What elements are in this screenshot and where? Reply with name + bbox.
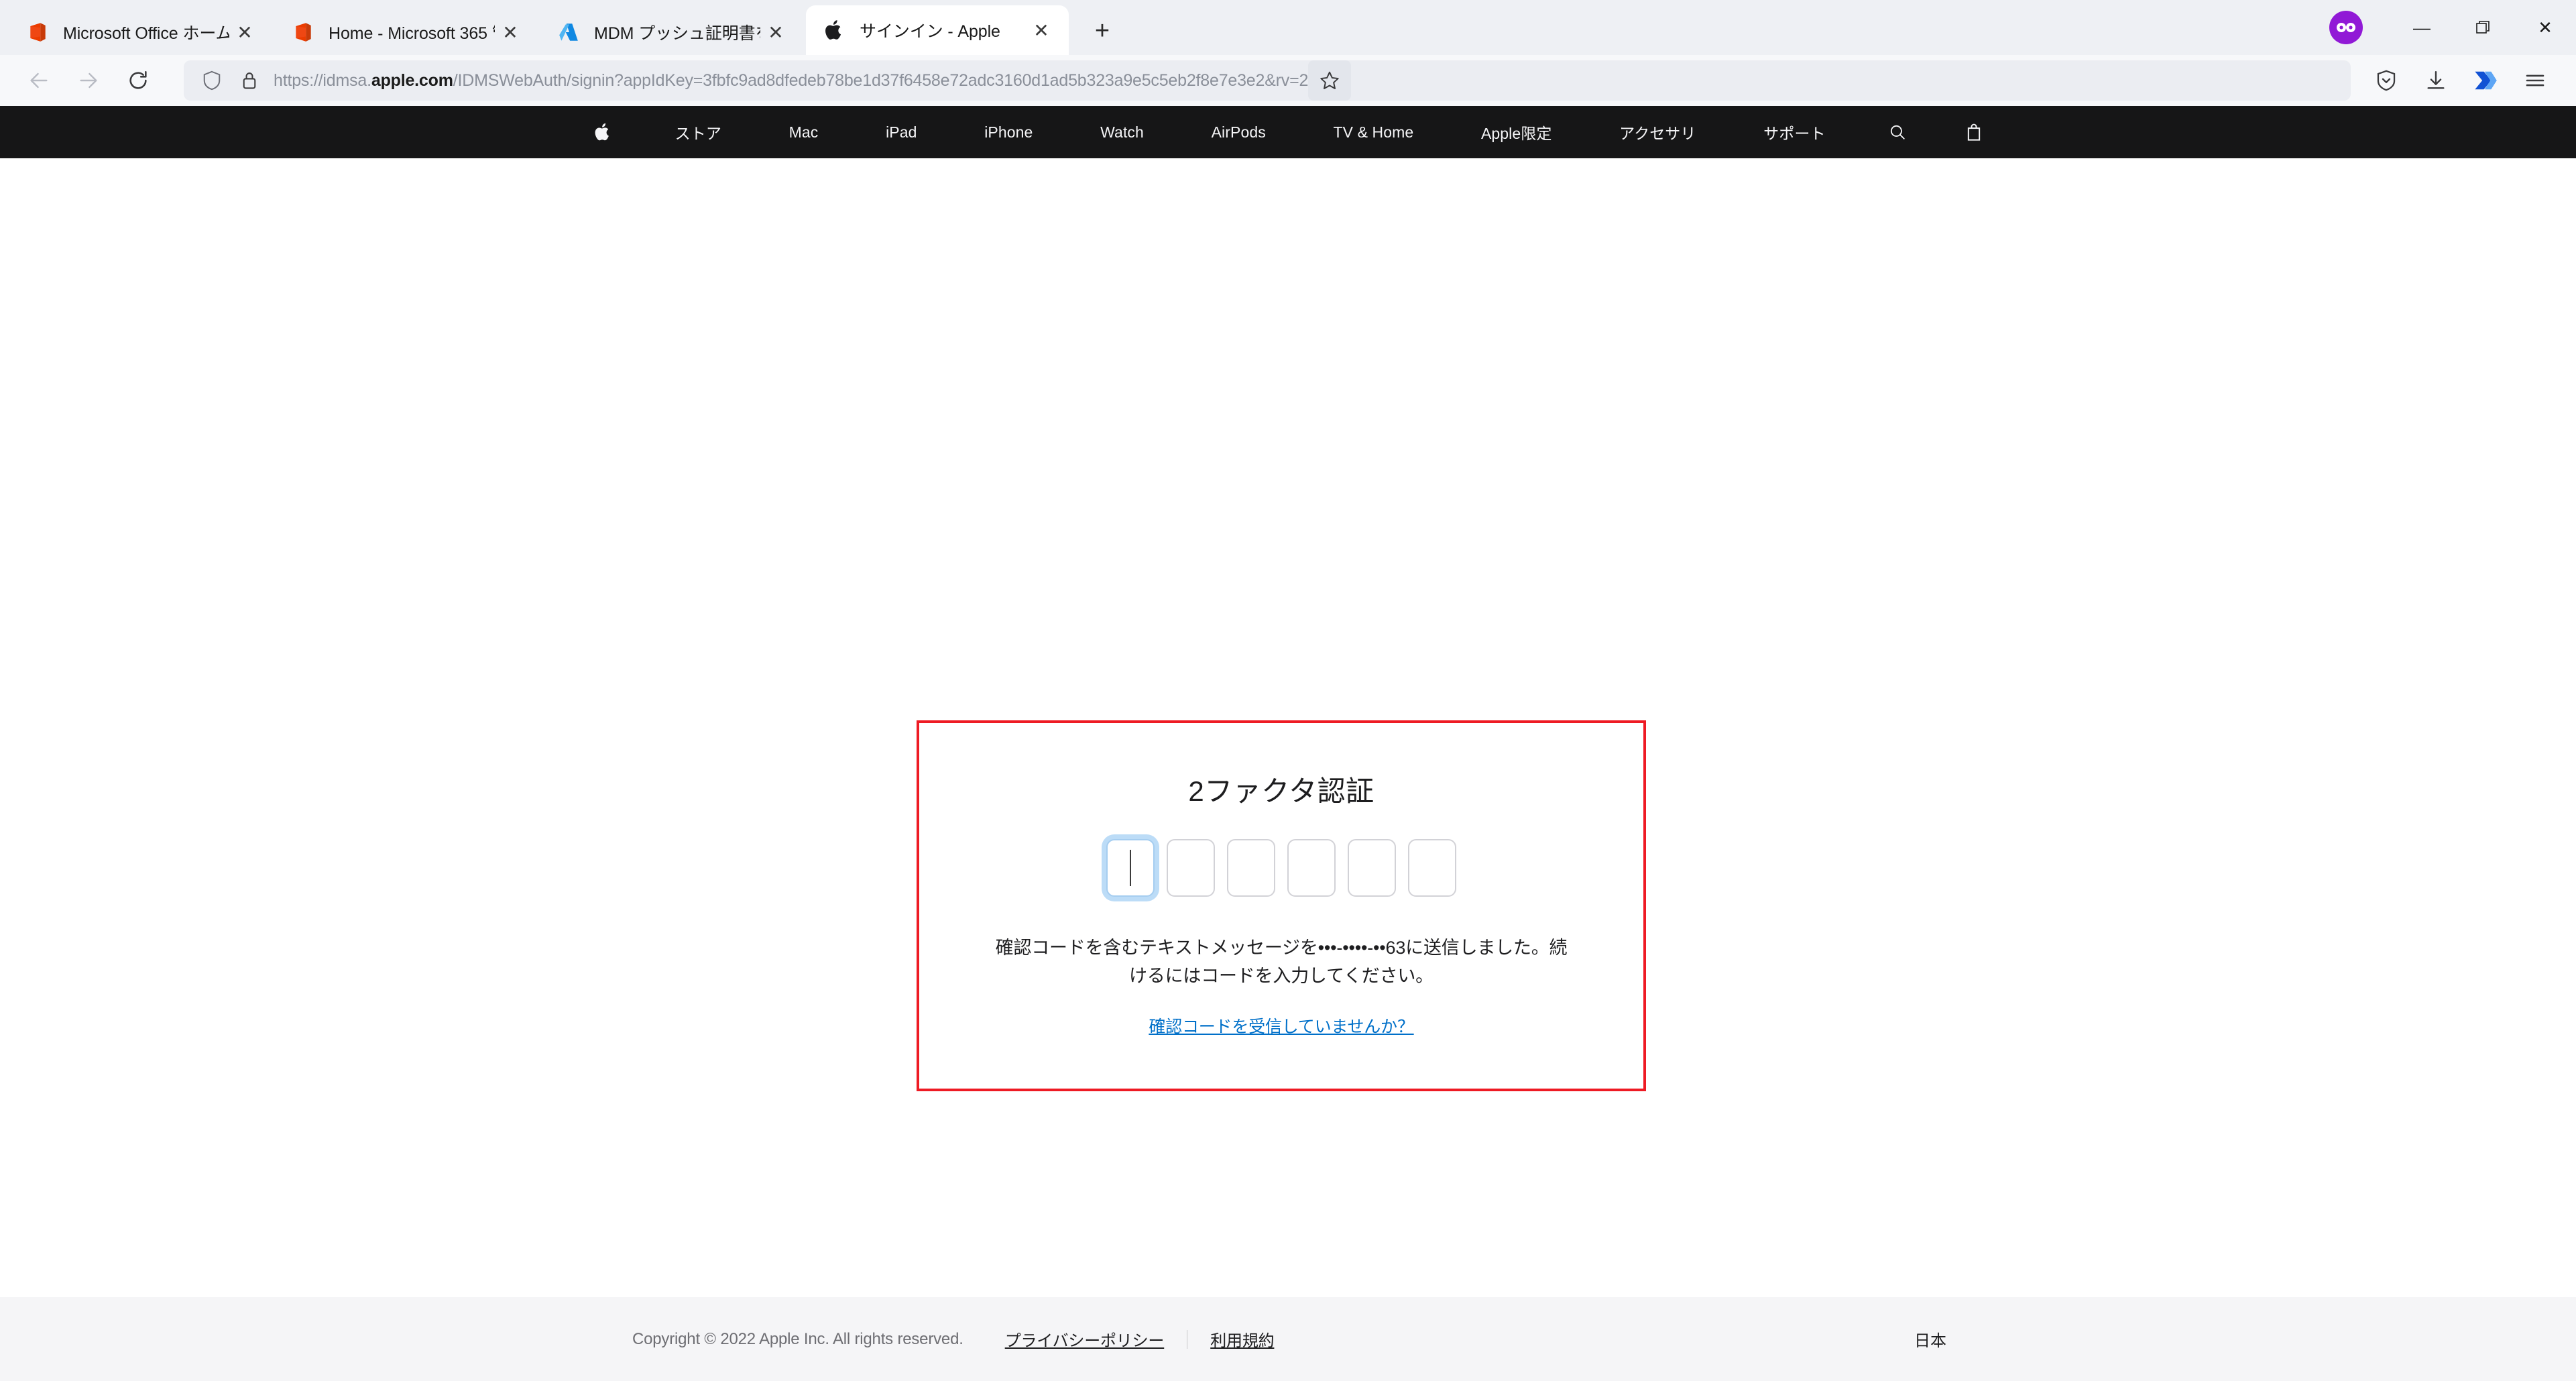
region-selector[interactable]: 日本 — [1914, 1327, 1946, 1351]
nav-item-airpods[interactable]: AirPods — [1208, 123, 1270, 142]
nav-item-watch[interactable]: Watch — [1096, 123, 1148, 142]
close-icon[interactable]: ✕ — [760, 17, 791, 48]
browser-tab-4-active[interactable]: サインイン - Apple ✕ — [806, 5, 1069, 55]
azure-icon — [555, 19, 582, 46]
nav-item-iphone[interactable]: iPhone — [980, 123, 1037, 142]
shopping-bag-icon[interactable] — [1966, 123, 1982, 142]
didnt-receive-code-link[interactable]: 確認コードを受信していませんか？ — [1149, 1013, 1414, 1038]
maximize-restore-button[interactable] — [2453, 0, 2514, 55]
footer-links: プライバシーポリシー 利用規約 — [1005, 1327, 1275, 1351]
minimize-button[interactable]: — — [2391, 0, 2453, 55]
tracking-protection-icon[interactable] — [193, 62, 231, 99]
profile-avatar[interactable] — [2329, 11, 2363, 44]
window-controls-group: — ✕ — [2329, 0, 2576, 55]
page-main: 2ファクタ認証 確認コードを含むテキストメッセージを•••-••••-••63に… — [0, 158, 2576, 1297]
power-automate-icon[interactable] — [2461, 58, 2510, 103]
terms-of-use-link[interactable]: 利用規約 — [1210, 1327, 1274, 1351]
nav-item-tv-home[interactable]: TV & Home — [1330, 123, 1418, 142]
apple-logo-icon[interactable] — [594, 122, 611, 142]
tab-strip: Microsoft Office ホーム ✕ Home - Microsoft … — [0, 0, 1122, 55]
apple-icon — [821, 17, 847, 44]
forward-button[interactable] — [66, 58, 111, 103]
page-footer: Copyright © 2022 Apple Inc. All rights r… — [0, 1297, 2576, 1381]
downloads-icon[interactable] — [2411, 58, 2461, 103]
browser-tab-1[interactable]: Microsoft Office ホーム ✕ — [9, 9, 272, 55]
close-window-button[interactable]: ✕ — [2514, 0, 2576, 55]
apple-global-nav: ストア Mac iPad iPhone Watch AirPods TV & H… — [0, 106, 2576, 158]
code-digit-input-3[interactable] — [1227, 839, 1275, 897]
search-icon[interactable] — [1889, 123, 1906, 141]
close-icon[interactable]: ✕ — [229, 17, 260, 48]
office-icon — [290, 19, 316, 46]
apple-nav-items: ストア Mac iPad iPhone Watch AirPods TV & H… — [594, 121, 1982, 144]
page-title: 2ファクタ認証 — [1188, 775, 1374, 807]
tab-title: MDM プッシュ証明書を構成する - — [594, 24, 760, 43]
nav-item-support[interactable]: サポート — [1759, 121, 1829, 144]
page-viewport: ストア Mac iPad iPhone Watch AirPods TV & H… — [0, 106, 2576, 1381]
code-digit-input-2[interactable] — [1167, 839, 1215, 897]
copyright-text: Copyright © 2022 Apple Inc. All rights r… — [632, 1329, 963, 1348]
tab-title: サインイン - Apple — [860, 22, 1000, 41]
new-tab-button[interactable]: + — [1082, 11, 1122, 51]
nav-item-ipad[interactable]: iPad — [882, 123, 921, 142]
code-digit-input-1[interactable] — [1106, 839, 1155, 897]
browser-tab-3[interactable]: MDM プッシュ証明書を構成する - ✕ — [540, 9, 803, 55]
nav-item-mac[interactable]: Mac — [785, 123, 823, 142]
tab-title: Microsoft Office ホーム — [63, 24, 229, 43]
close-icon[interactable]: ✕ — [1026, 15, 1057, 46]
verification-description: 確認コードを含むテキストメッセージを•••-••••-••63に送信しました。続… — [995, 938, 1568, 986]
back-button[interactable] — [16, 58, 62, 103]
browser-toolbar: https://idmsa.apple.com/IDMSWebAuth/sign… — [0, 55, 2576, 106]
office-icon — [24, 19, 51, 46]
two-factor-auth-card: 2ファクタ認証 確認コードを含むテキストメッセージを•••-••••-••63に… — [919, 723, 1643, 1089]
address-url-text: https://idmsa.apple.com/IDMSWebAuth/sign… — [274, 70, 1309, 90]
two-factor-highlight-box: 2ファクタ認証 確認コードを含むテキストメッセージを•••-••••-••63に… — [917, 720, 1646, 1091]
browser-titlebar: Microsoft Office ホーム ✕ Home - Microsoft … — [0, 0, 2576, 55]
reload-button[interactable] — [115, 58, 161, 103]
settings-menu-icon[interactable] — [2510, 58, 2560, 103]
address-bar[interactable]: https://idmsa.apple.com/IDMSWebAuth/sign… — [184, 60, 2351, 101]
code-digit-input-4[interactable] — [1287, 839, 1336, 897]
close-icon[interactable]: ✕ — [495, 17, 526, 48]
browser-tab-2[interactable]: Home - Microsoft 365 管理センタ ✕ — [275, 9, 538, 55]
privacy-policy-link[interactable]: プライバシーポリシー — [1005, 1327, 1165, 1351]
code-digit-input-6[interactable] — [1408, 839, 1456, 897]
nav-item-accessories[interactable]: アクセサリ — [1615, 121, 1700, 144]
lock-icon[interactable] — [231, 62, 268, 99]
browser-window: Microsoft Office ホーム ✕ Home - Microsoft … — [0, 0, 2576, 1381]
text-caret — [1130, 850, 1131, 886]
favorite-star-icon[interactable] — [1308, 60, 1352, 101]
nav-item-apple-exclusive[interactable]: Apple限定 — [1477, 121, 1556, 144]
footer-content: Copyright © 2022 Apple Inc. All rights r… — [632, 1327, 1275, 1351]
verification-code-input-group[interactable] — [1106, 839, 1456, 897]
nav-item-store[interactable]: ストア — [671, 121, 725, 144]
collections-icon[interactable] — [2361, 58, 2411, 103]
code-digit-input-5[interactable] — [1348, 839, 1396, 897]
tab-title: Home - Microsoft 365 管理センタ — [329, 24, 495, 43]
